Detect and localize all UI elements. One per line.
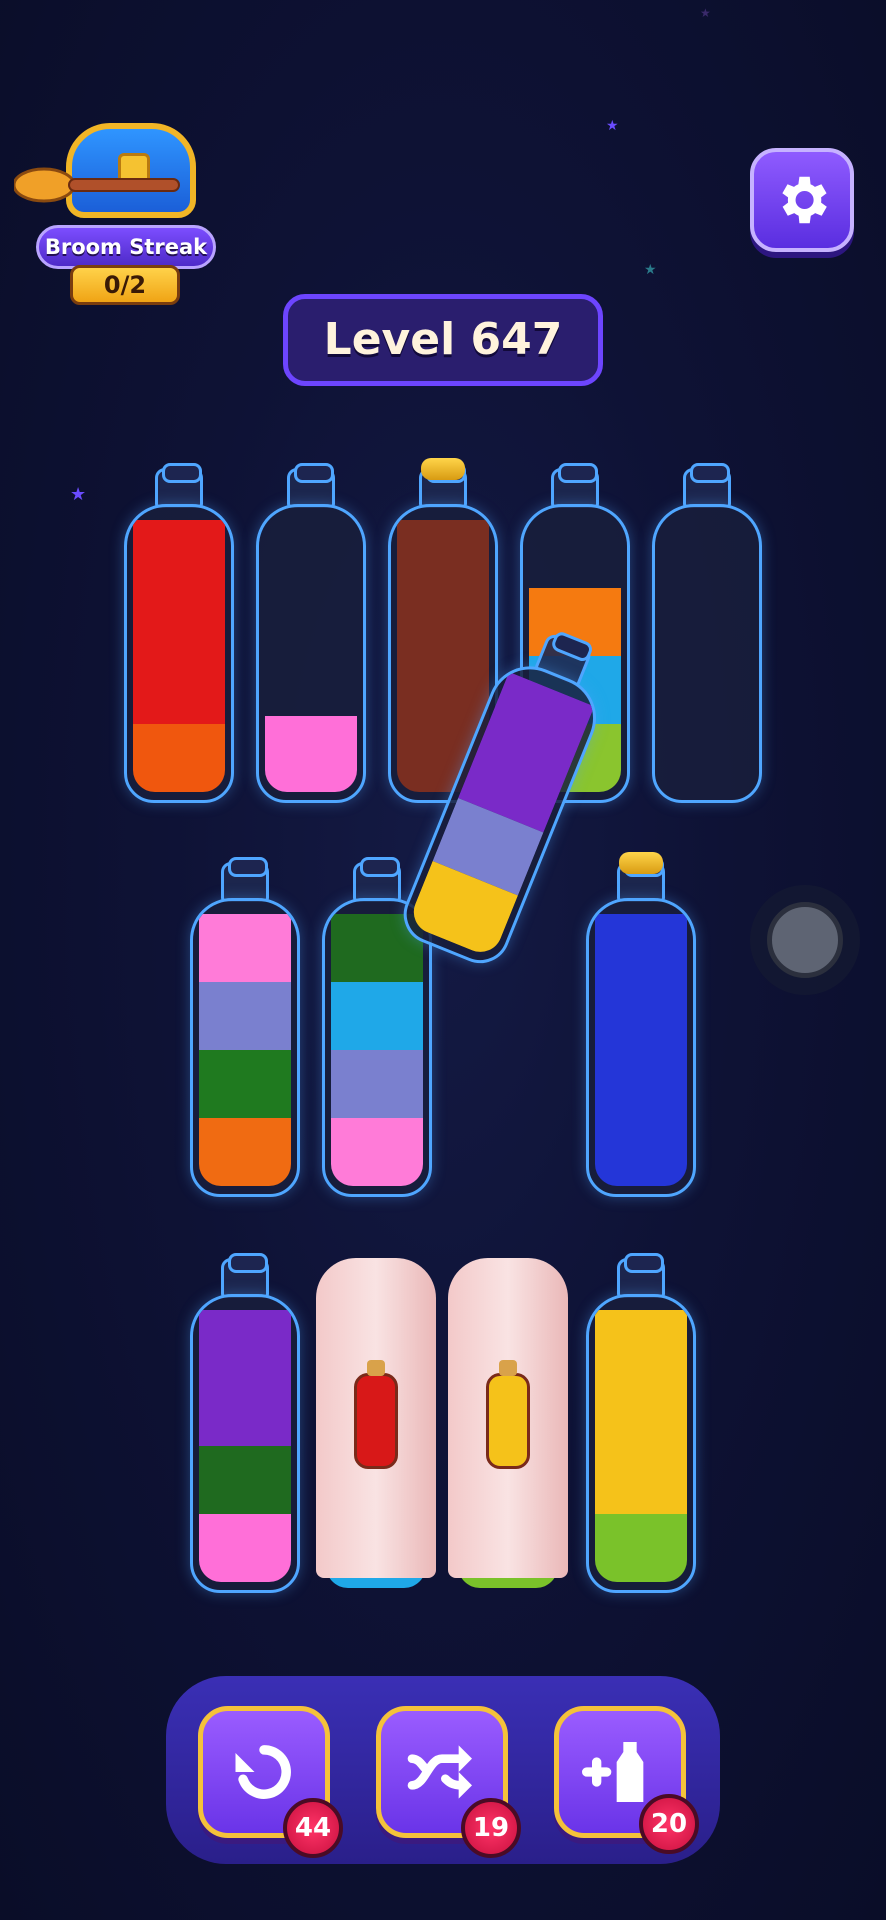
tube-body: [256, 504, 366, 803]
covered-tube[interactable]: [448, 1258, 568, 1588]
liquid-layer: [331, 1118, 423, 1186]
tube[interactable]: [586, 1253, 696, 1593]
liquid-layer: [199, 914, 291, 982]
add-bottle-icon: [582, 1742, 644, 1802]
tube[interactable]: [124, 463, 234, 803]
tube[interactable]: [190, 857, 300, 1197]
liquid-layer: [199, 1118, 291, 1186]
liquid-layer: [265, 716, 357, 792]
liquid-layer: [595, 914, 687, 1186]
cork-icon: [619, 852, 663, 874]
tube-neck: [551, 463, 599, 508]
tube-body: [586, 898, 696, 1197]
tube[interactable]: [586, 852, 696, 1197]
star-decoration: ★: [606, 118, 619, 134]
liquid-layer: [199, 1446, 291, 1514]
liquid-layer: [331, 982, 423, 1050]
tube-neck: [353, 857, 401, 902]
liquid-layer: [133, 724, 225, 792]
tube-body: [124, 504, 234, 803]
liquid-layer: [199, 1310, 291, 1446]
mystery-bottle-icon: [354, 1360, 398, 1469]
broom-streak-widget[interactable]: Broom Streak 0/2: [14, 115, 216, 305]
tube-neck: [617, 1253, 665, 1298]
tube[interactable]: [256, 463, 366, 803]
star-decoration: ★: [644, 262, 657, 278]
tube-neck: [287, 463, 335, 508]
tube-body: [652, 504, 762, 803]
shuffle-count-badge: 19: [461, 1798, 521, 1858]
liquid-layer: [199, 1050, 291, 1118]
liquid-layer: [331, 1050, 423, 1118]
liquid-layer: [199, 982, 291, 1050]
tube-neck: [155, 463, 203, 508]
undo-icon: [235, 1745, 291, 1799]
star-decoration: ★: [700, 6, 711, 20]
settings-button[interactable]: [750, 148, 854, 252]
cork-icon: [421, 458, 465, 480]
liquid-layer: [133, 520, 225, 724]
broom-streak-label: Broom Streak: [36, 225, 216, 269]
liquid-layer: [595, 1310, 687, 1514]
tube-body: [322, 898, 432, 1197]
tube-neck: [221, 857, 269, 902]
broom-streak-count: 0/2: [70, 265, 180, 305]
liquid-layer: [595, 1514, 687, 1582]
tube[interactable]: [190, 1253, 300, 1593]
level-indicator: Level 647: [283, 294, 603, 386]
mystery-bottle-icon: [486, 1360, 530, 1469]
touch-indicator: [750, 885, 860, 995]
tube[interactable]: [652, 463, 762, 803]
tube-body: [586, 1294, 696, 1593]
tube-body: [190, 898, 300, 1197]
tube-neck: [683, 463, 731, 508]
add-tube-count-badge: 20: [639, 1794, 699, 1854]
tube-body: [190, 1294, 300, 1593]
gear-icon: [782, 176, 827, 224]
covered-tube[interactable]: [316, 1258, 436, 1588]
liquid-layer: [199, 1514, 291, 1582]
broom-icon: [14, 167, 180, 203]
shuffle-icon: [407, 1745, 472, 1799]
star-decoration: ★: [70, 484, 87, 505]
undo-count-badge: 44: [283, 1798, 343, 1858]
tube-neck: [221, 1253, 269, 1298]
